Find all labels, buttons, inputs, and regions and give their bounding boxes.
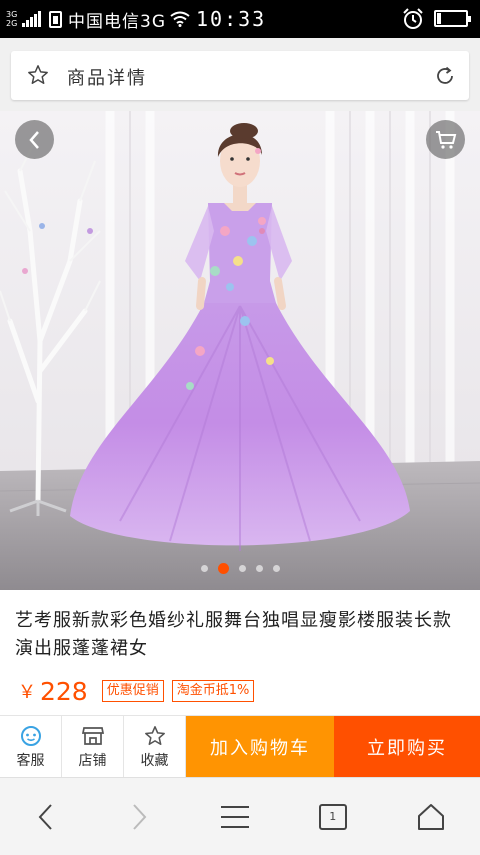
product-price: 228 — [40, 676, 88, 706]
gallery-dot — [255, 565, 263, 572]
gallery-dot — [272, 565, 280, 572]
alarm-icon — [403, 8, 423, 29]
product-title: 艺考服新款彩色婚纱礼服舞台独唱显瘦影楼服装长款演出服蓬蓬裙女 — [15, 610, 452, 659]
back-button[interactable] — [15, 120, 54, 159]
service-button[interactable]: 客服 — [0, 716, 62, 778]
product-photo — [0, 111, 480, 590]
coin-tag: 淘金币抵1% — [171, 680, 255, 702]
back-arrow-icon[interactable] — [34, 802, 58, 832]
gallery-indicator — [0, 563, 480, 574]
clock: 10:33 — [196, 7, 267, 31]
gallery-dot — [200, 565, 208, 572]
chat-bubble-icon — [20, 725, 41, 746]
chevron-left-icon — [28, 130, 39, 149]
refresh-icon[interactable] — [433, 64, 457, 88]
battery-level — [437, 13, 441, 24]
tabs-button[interactable]: 1 — [318, 803, 347, 830]
cart-button[interactable] — [426, 120, 465, 159]
header-box: 商品详情 — [11, 51, 469, 100]
buy-now-button[interactable]: 立即购买 — [334, 716, 480, 778]
network-type-top: 3G — [6, 10, 18, 19]
network-type-bottom: 2G — [6, 19, 18, 28]
star-icon[interactable] — [27, 64, 49, 86]
signal-icon — [22, 11, 41, 27]
service-label: 客服 — [16, 752, 45, 769]
store-icon — [81, 726, 104, 745]
currency-symbol: ￥ — [18, 682, 36, 703]
carrier-name: 中国电信3G — [68, 11, 166, 32]
store-label: 店铺 — [78, 752, 107, 769]
home-icon[interactable] — [416, 802, 446, 832]
header-bar: 商品详情 — [0, 38, 480, 111]
add-to-cart-button[interactable]: 加入购物车 — [186, 716, 334, 778]
favorite-label: 收藏 — [140, 752, 169, 769]
price-row: ￥ 228 优惠促销 淘金币抵1% — [18, 676, 255, 706]
wifi-icon — [170, 11, 190, 27]
promo-tag: 优惠促销 — [101, 680, 164, 702]
tab-count: 1 — [329, 810, 337, 823]
status-bar: 3G 2G 中国电信3G 10:33 — [0, 0, 480, 38]
forward-arrow-icon[interactable] — [127, 802, 151, 832]
favorite-button[interactable]: 收藏 — [124, 716, 186, 778]
battery-icon — [434, 10, 471, 27]
product-image-gallery[interactable] — [0, 111, 480, 590]
menu-icon[interactable] — [220, 804, 250, 830]
network-type: 3G 2G — [6, 10, 20, 28]
page-title: 商品详情 — [67, 68, 147, 89]
store-button[interactable]: 店铺 — [62, 716, 124, 778]
action-bar: 客服 店铺 收藏 加入购物车 立即购买 — [0, 715, 480, 778]
gallery-dot — [238, 565, 246, 572]
cart-icon — [435, 130, 456, 149]
browser-nav-bar: 1 — [0, 777, 480, 855]
sim-icon — [49, 10, 62, 28]
gallery-dot-active — [217, 563, 229, 574]
star-outline-icon — [144, 725, 165, 745]
